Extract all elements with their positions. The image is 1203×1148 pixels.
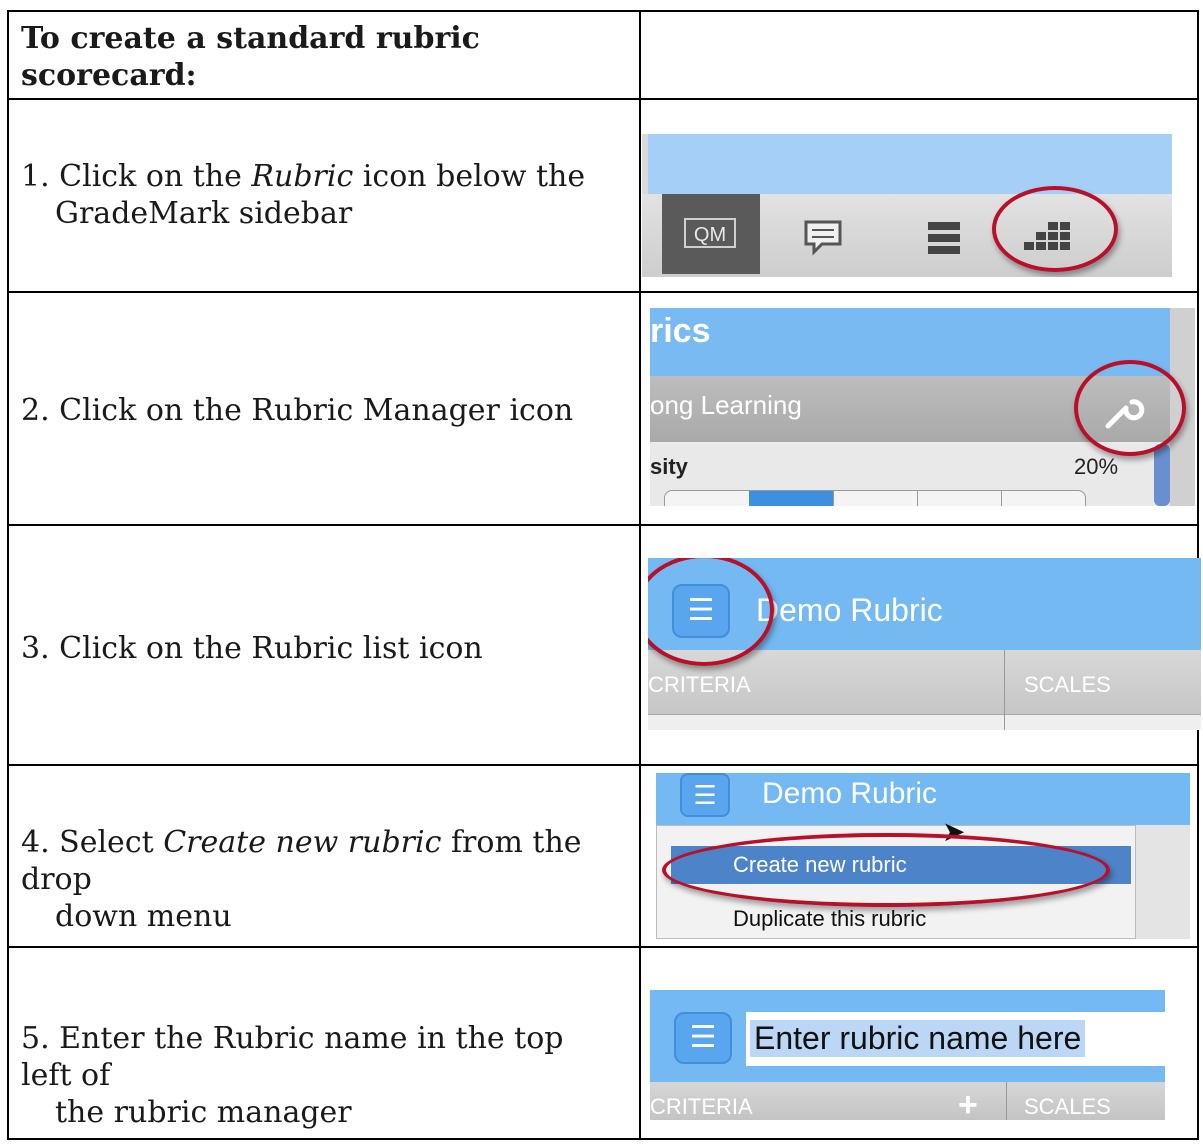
criteria-header: CRITERIA (648, 672, 751, 697)
criterion-label: sity (650, 454, 688, 479)
step-5-screenshot: ☰ Enter rubric name here CRITERIA + SCAL… (650, 990, 1165, 1120)
highlight-circle (662, 833, 1110, 907)
qm-button[interactable]: QM (662, 194, 760, 274)
row-divider (9, 946, 1197, 948)
list-icon[interactable] (924, 218, 964, 258)
scales-header: SCALES (1024, 1094, 1111, 1119)
column-divider (1006, 1082, 1007, 1120)
scrollbar-thumb[interactable] (1154, 444, 1170, 506)
row-divider (9, 524, 1197, 526)
highlight-circle (1074, 360, 1186, 456)
list-menu-icon[interactable]: ☰ (674, 1012, 732, 1064)
comment-icon[interactable] (802, 218, 846, 258)
scale-segments[interactable] (664, 490, 1086, 506)
table-header-title: To create a standard rubric scorecard: (21, 21, 480, 93)
step-2-screenshot: rics ong Learning sity 20% (650, 308, 1195, 506)
rubric-title: Demo Rubric (756, 592, 943, 628)
row-divider (9, 98, 1197, 100)
row-divider (9, 764, 1197, 766)
rubric-panel-header: rics (650, 308, 1170, 376)
criterion-percent: 20% (1074, 454, 1119, 479)
highlight-circle (992, 186, 1118, 272)
step-4-text: 4. Select Create new rubric from the dro… (21, 825, 582, 934)
step-3-screenshot: ☰ Demo Rubric CRITERIA SCALES (648, 558, 1201, 730)
step-3-text: 3. Click on the Rubric list icon (21, 631, 483, 666)
rubric-title: Demo Rubric (762, 777, 938, 810)
criteria-header: CRITERIA (650, 1094, 753, 1119)
menu-item-duplicate-rubric[interactable]: Duplicate this rubric (733, 906, 926, 932)
scales-header: SCALES (1024, 672, 1111, 697)
column-divider (1004, 650, 1005, 730)
step-4-screenshot: ☰ Demo Rubric Create new rubric Duplicat… (656, 773, 1190, 939)
step-1-screenshot: QM (642, 134, 1172, 277)
column-divider (639, 12, 641, 1138)
add-criterion-icon[interactable]: + (958, 1086, 978, 1120)
step-1-text: 1. Click on the Rubric icon below the Gr… (21, 159, 586, 231)
rubric-name-input[interactable]: Enter rubric name here (746, 1012, 1165, 1066)
list-menu-icon[interactable]: ☰ (680, 773, 730, 817)
step-5-text: 5. Enter the Rubric name in the top left… (21, 1021, 564, 1130)
row-divider (9, 291, 1197, 293)
step-2-text: 2. Click on the Rubric Manager icon (21, 393, 574, 428)
